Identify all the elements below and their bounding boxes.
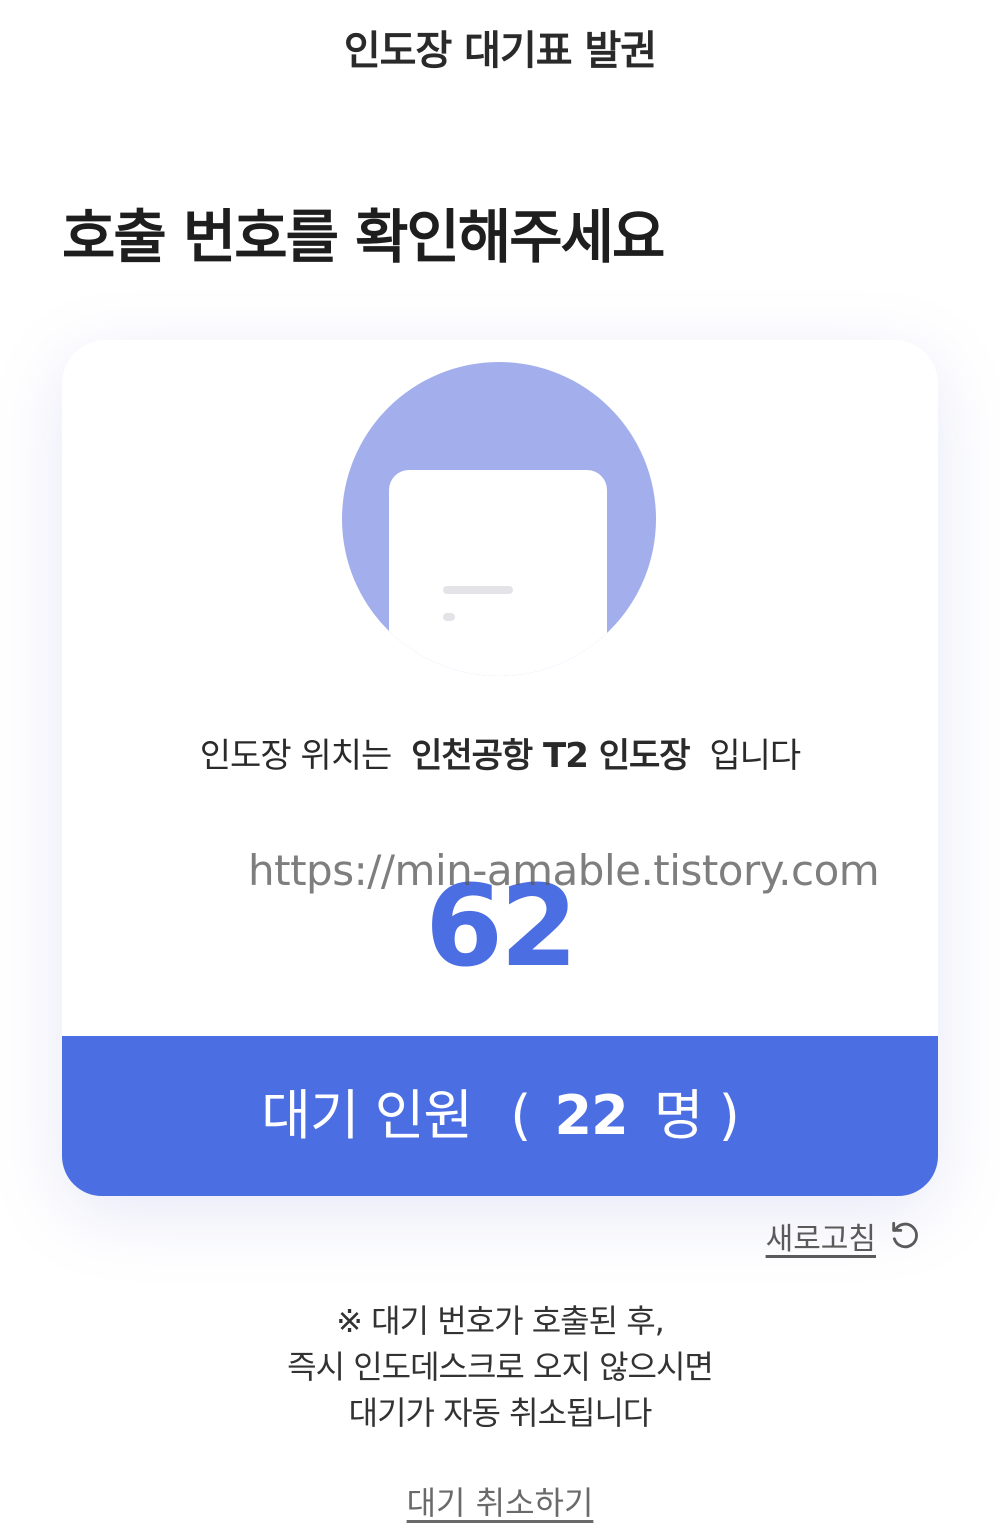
waiting-count-bar: 대기 인원 ( 22 명 ) xyxy=(62,1036,938,1196)
main-heading: 호출 번호를 확인해주세요 xyxy=(62,203,665,271)
ticket-illustration-icon xyxy=(342,362,656,676)
location-prefix: 인도장 위치는 xyxy=(199,736,392,776)
waiting-close-paren: ) xyxy=(718,1084,740,1147)
cancel-waiting-label: 대기 취소하기 xyxy=(406,1484,594,1522)
page-title: 인도장 대기표 발권 xyxy=(343,28,657,74)
notice-line-1: ※ 대기 번호가 호출된 후, xyxy=(336,1302,665,1340)
ticket-line xyxy=(443,586,513,594)
notice-line-2: 즉시 인도데스크로 오지 않으시면 xyxy=(287,1348,714,1386)
location-name: 인천공항 T2 인도장 xyxy=(411,736,690,776)
watermark-text: https://min-amable.tistory.com xyxy=(248,846,880,895)
ticket-dot xyxy=(443,613,455,621)
location-text: 인도장 위치는 인천공항 T2 인도장 입니다 xyxy=(62,728,938,777)
call-number-area: 62 https://min-amable.tistory.com xyxy=(62,822,938,1036)
cancel-waiting-link[interactable]: 대기 취소하기 xyxy=(0,1478,1000,1524)
waiting-label: 대기 인원 xyxy=(261,1084,473,1147)
cancel-notice: ※ 대기 번호가 호출된 후, 즉시 인도데스크로 오지 않으시면 대기가 자동… xyxy=(0,1298,1000,1436)
notice-line-3: 대기가 자동 취소됩니다 xyxy=(348,1394,653,1432)
waiting-unit: 명 xyxy=(653,1084,704,1147)
refresh-icon xyxy=(892,1221,918,1249)
ticket-paper xyxy=(389,470,607,676)
location-suffix: 입니다 xyxy=(709,736,801,776)
waiting-open-paren: ( xyxy=(510,1084,531,1147)
refresh-label: 새로고침 xyxy=(765,1222,876,1257)
waiting-count: 22 xyxy=(554,1084,629,1147)
ticket-card: 인도장 위치는 인천공항 T2 인도장 입니다 62 https://min-a… xyxy=(62,340,938,1196)
refresh-button[interactable]: 새로고침 xyxy=(766,1214,922,1258)
